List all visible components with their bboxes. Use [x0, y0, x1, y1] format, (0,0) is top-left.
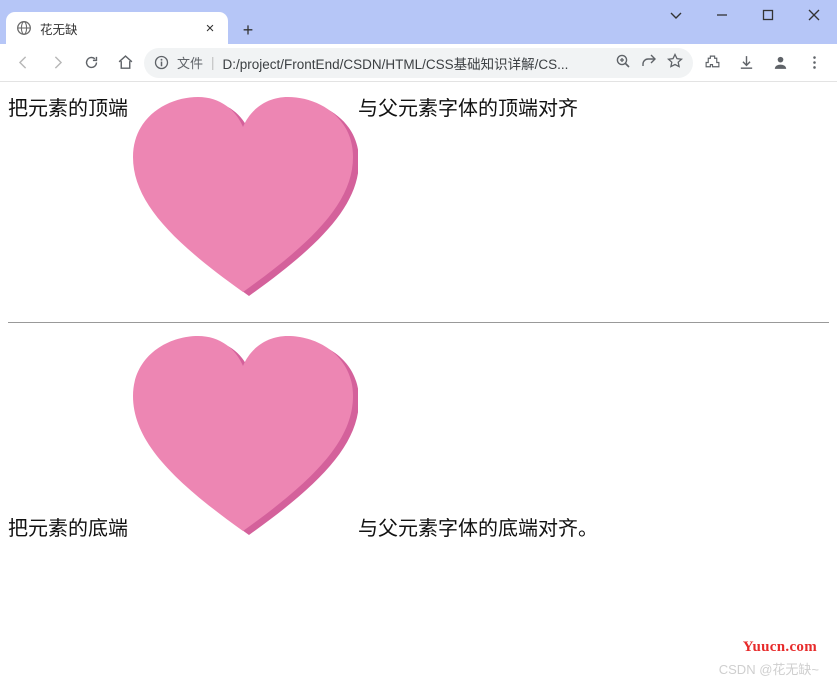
download-button[interactable]	[731, 48, 761, 78]
star-icon[interactable]	[667, 53, 683, 72]
globe-icon	[16, 20, 32, 36]
tab-close-icon[interactable]: ×	[202, 20, 218, 37]
url-text: D:/project/FrontEnd/CSDN/HTML/CSS基础知识详解/…	[223, 53, 607, 73]
browser-tab[interactable]: 花无缺 ×	[6, 12, 228, 44]
home-button[interactable]	[110, 48, 140, 78]
text-bottom-before: 把元素的底端	[8, 518, 128, 540]
maximize-button[interactable]	[745, 0, 791, 30]
text-top-after: 与父元素字体的顶端对齐	[358, 98, 578, 120]
separator: |	[211, 55, 215, 70]
extensions-button[interactable]	[697, 48, 727, 78]
page-content: 把元素的顶端 与父元素字体的顶端对齐 把元素的底端 与父元素字体的底端对齐。	[0, 82, 837, 541]
new-tab-button[interactable]: +	[234, 16, 262, 44]
example-text-top: 把元素的顶端 与父元素字体的顶端对齐	[8, 92, 829, 302]
menu-button[interactable]	[799, 48, 829, 78]
browser-chrome: 花无缺 × + 文件 | D:/project/FrontEnd/CSDN/HT…	[0, 0, 837, 82]
example-text-bottom: 把元素的底端 与父元素字体的底端对齐。	[8, 331, 829, 541]
address-bar[interactable]: 文件 | D:/project/FrontEnd/CSDN/HTML/CSS基础…	[144, 48, 693, 78]
close-button[interactable]	[791, 0, 837, 30]
info-icon[interactable]	[154, 55, 169, 70]
zoom-icon[interactable]	[615, 53, 631, 72]
profile-button[interactable]	[765, 48, 795, 78]
back-button[interactable]	[8, 48, 38, 78]
divider	[8, 322, 829, 323]
forward-button[interactable]	[42, 48, 72, 78]
toolbar: 文件 | D:/project/FrontEnd/CSDN/HTML/CSS基础…	[0, 44, 837, 82]
heart-image-top	[128, 92, 358, 302]
tab-title: 花无缺	[40, 19, 194, 38]
address-actions	[615, 53, 683, 72]
watermark-site: Yuucn.com	[743, 639, 817, 656]
dropdown-button[interactable]	[653, 0, 699, 30]
reload-button[interactable]	[76, 48, 106, 78]
heart-image-bottom	[128, 331, 358, 541]
text-top-before: 把元素的顶端	[8, 98, 128, 120]
text-bottom-after: 与父元素字体的底端对齐。	[358, 518, 598, 540]
file-label: 文件	[177, 53, 203, 72]
window-controls	[653, 0, 837, 30]
minimize-button[interactable]	[699, 0, 745, 30]
share-icon[interactable]	[641, 53, 657, 72]
watermark-credit: CSDN @花无缺~	[719, 659, 819, 678]
